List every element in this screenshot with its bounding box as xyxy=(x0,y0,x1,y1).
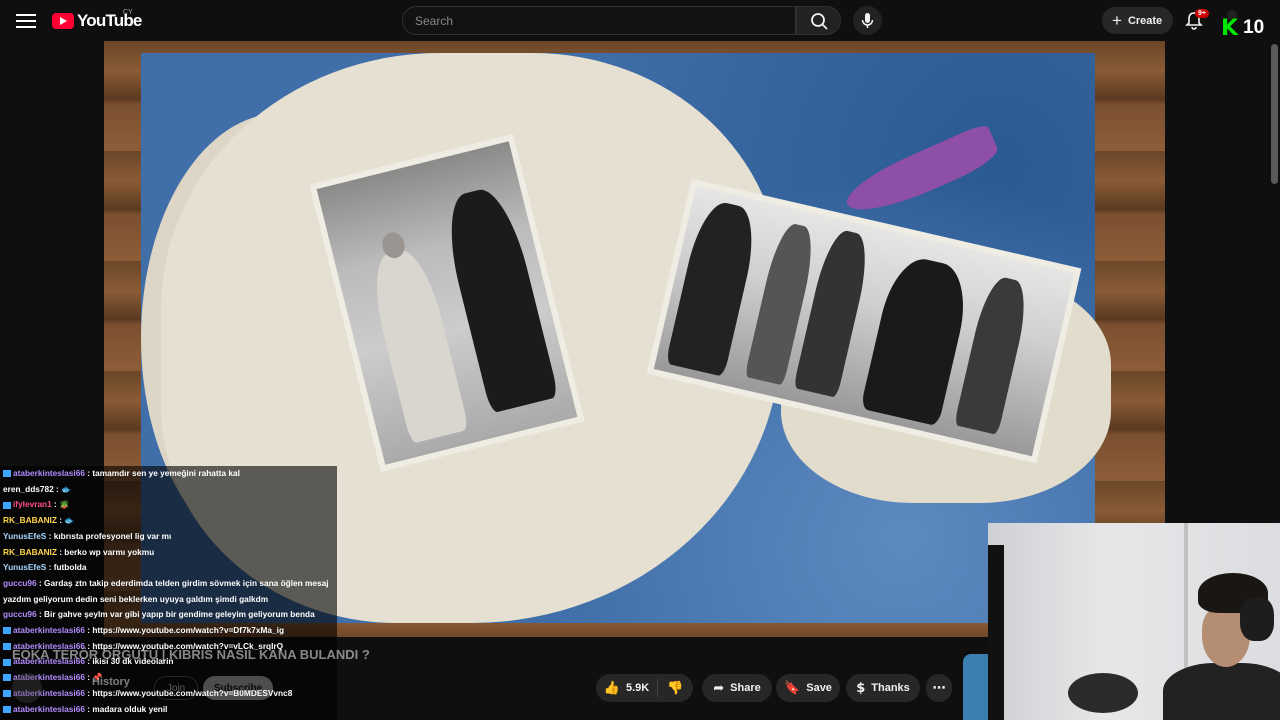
chat-badge-icon xyxy=(3,674,11,682)
save-button[interactable]: 🔖 Save xyxy=(776,674,840,702)
super-thanks-icon: $ xyxy=(856,680,866,696)
subscribe-button[interactable]: Subscribe xyxy=(203,676,273,700)
voice-search-button[interactable] xyxy=(853,6,882,35)
chat-message: YunusEfeS : kıbrısta profesyonel lig var… xyxy=(0,529,337,545)
chat-badge-icon xyxy=(3,705,11,713)
chat-message: ataberkinteslasi66 : tamamdır sen ye yem… xyxy=(0,466,337,482)
create-button[interactable]: + Create xyxy=(1102,7,1173,34)
chat-message: RK_BABANIZ : berko wp varmı yokmu xyxy=(0,545,337,561)
chat-text: : 🪴 xyxy=(51,499,70,510)
create-label: Create xyxy=(1127,14,1163,27)
country-code: CY xyxy=(123,9,133,16)
microphone-icon xyxy=(861,13,874,28)
chat-badge-icon xyxy=(3,643,11,651)
thumbs-up-icon: 👍 xyxy=(603,680,620,696)
notifications-badge: 9+ xyxy=(1195,9,1209,18)
search-input[interactable]: Search xyxy=(402,6,796,35)
chat-badge-icon xyxy=(3,658,11,666)
top-bar: YouTube CY Search + Create 9+ K 10 xyxy=(0,0,1280,42)
more-dots-icon: ⋯ xyxy=(932,680,946,696)
chat-text: : 🐟 xyxy=(53,483,72,494)
streamer-body xyxy=(1163,663,1280,720)
thumbs-down-icon: 👎 xyxy=(667,680,684,696)
share-arrow-icon: ➦ xyxy=(713,680,725,696)
chat-text: : berko wp varmı yokmu xyxy=(56,546,155,557)
chat-text: : madara olduk yenil xyxy=(84,703,168,714)
join-button[interactable]: Join xyxy=(154,676,198,700)
chat-username: guccu96 xyxy=(3,609,37,620)
chat-message: ifylevran1 : 🪴 xyxy=(0,497,337,513)
chat-username: eren_dds782 xyxy=(3,483,54,494)
chat-text: : kıbrısta profesyonel lig var mı xyxy=(46,530,172,541)
chat-username: YunusEfeS xyxy=(3,530,47,541)
chat-text: : futbolda xyxy=(46,562,87,573)
chat-text: yazdım geliyorum dedin seni beklerken uy… xyxy=(3,593,269,604)
like-count: 5.9K xyxy=(625,682,650,694)
plus-icon: + xyxy=(1112,10,1122,30)
page-scrollbar[interactable] xyxy=(1271,44,1278,184)
chat-text: : Gardaş ztn takip ederdimda telden gird… xyxy=(36,577,329,588)
chat-message: eren_dds782 : 🐟 xyxy=(0,482,337,498)
chat-username: ataberkinteslasi66 xyxy=(13,625,85,636)
chat-badge-icon xyxy=(3,501,11,509)
chat-badge-icon xyxy=(3,690,11,698)
chat-text: : Bir gahve şeylm var gibi yapıp bir gen… xyxy=(36,609,315,620)
share-button[interactable]: ➦ Share xyxy=(702,674,772,702)
kick-logo-icon: K xyxy=(1221,16,1239,41)
search-button[interactable] xyxy=(796,6,841,35)
chat-badge-icon xyxy=(3,470,11,478)
chat-message: guccu96 : Bir gahve şeylm var gibi yapıp… xyxy=(0,607,337,623)
save-label: Save xyxy=(806,682,832,694)
chat-badge-icon xyxy=(3,627,11,635)
like-button[interactable]: 👍 5.9K xyxy=(596,679,658,697)
overlay-badge-number: 10 xyxy=(1243,17,1265,38)
hamburger-menu-icon[interactable] xyxy=(14,10,38,32)
chat-message-continued: yazdım geliyorum dedin seni beklerken uy… xyxy=(0,592,337,608)
chat-username: YunusEfeS xyxy=(3,562,47,573)
bookmark-icon: 🔖 xyxy=(784,680,801,696)
share-label: Share xyxy=(730,682,761,694)
chat-text: : https://www.youtube.com/watch?v=Df7k7x… xyxy=(84,625,285,636)
chat-username: ataberkinteslasi66 xyxy=(13,703,85,714)
chat-message: ataberkinteslasi66 : madara olduk yenil xyxy=(0,702,337,718)
streamer-hand xyxy=(1068,673,1138,713)
chat-text: : 🐟 xyxy=(56,515,75,526)
chat-username: RK_BABANIZ xyxy=(3,515,57,526)
youtube-play-icon xyxy=(52,13,74,29)
stream-overlay-badge: K 10 xyxy=(1219,10,1275,41)
search-placeholder: Search xyxy=(415,14,454,28)
channel-name[interactable]: History xyxy=(92,676,130,688)
avatar[interactable] xyxy=(12,673,42,703)
thanks-label: Thanks xyxy=(871,682,910,694)
chat-username: ifylevran1 xyxy=(13,499,52,510)
chat-message: YunusEfeS : futbolda xyxy=(0,560,337,576)
dislike-button[interactable]: 👎 xyxy=(658,681,693,696)
thanks-button[interactable]: $ Thanks xyxy=(846,674,920,702)
video-title: EOKA TERÖR ÖRGÜTÜ | KIBRIS NASIL KANA BU… xyxy=(12,647,370,662)
webcam-overlay xyxy=(988,523,1280,720)
monitor-edge xyxy=(988,545,1004,720)
more-actions-button[interactable]: ⋯ xyxy=(926,674,952,702)
chat-text: : tamamdır sen ye yemeğini rahatta kal xyxy=(84,468,240,478)
chat-username: RK_BABANIZ xyxy=(3,546,57,557)
cyprus-map-shape xyxy=(839,122,1003,224)
search-icon xyxy=(811,13,828,30)
chat-username: guccu96 xyxy=(3,577,37,588)
chat-message: ataberkinteslasi66 : https://www.youtube… xyxy=(0,623,337,639)
chat-message: RK_BABANIZ : 🐟 xyxy=(0,513,337,529)
headphones-icon xyxy=(1240,597,1274,641)
chat-username: ataberkinteslasi66 xyxy=(13,468,85,478)
chat-message: guccu96 : Gardaş ztn takip ederdimda tel… xyxy=(0,576,337,592)
like-dislike-group: 👍 5.9K 👎 xyxy=(596,674,693,702)
